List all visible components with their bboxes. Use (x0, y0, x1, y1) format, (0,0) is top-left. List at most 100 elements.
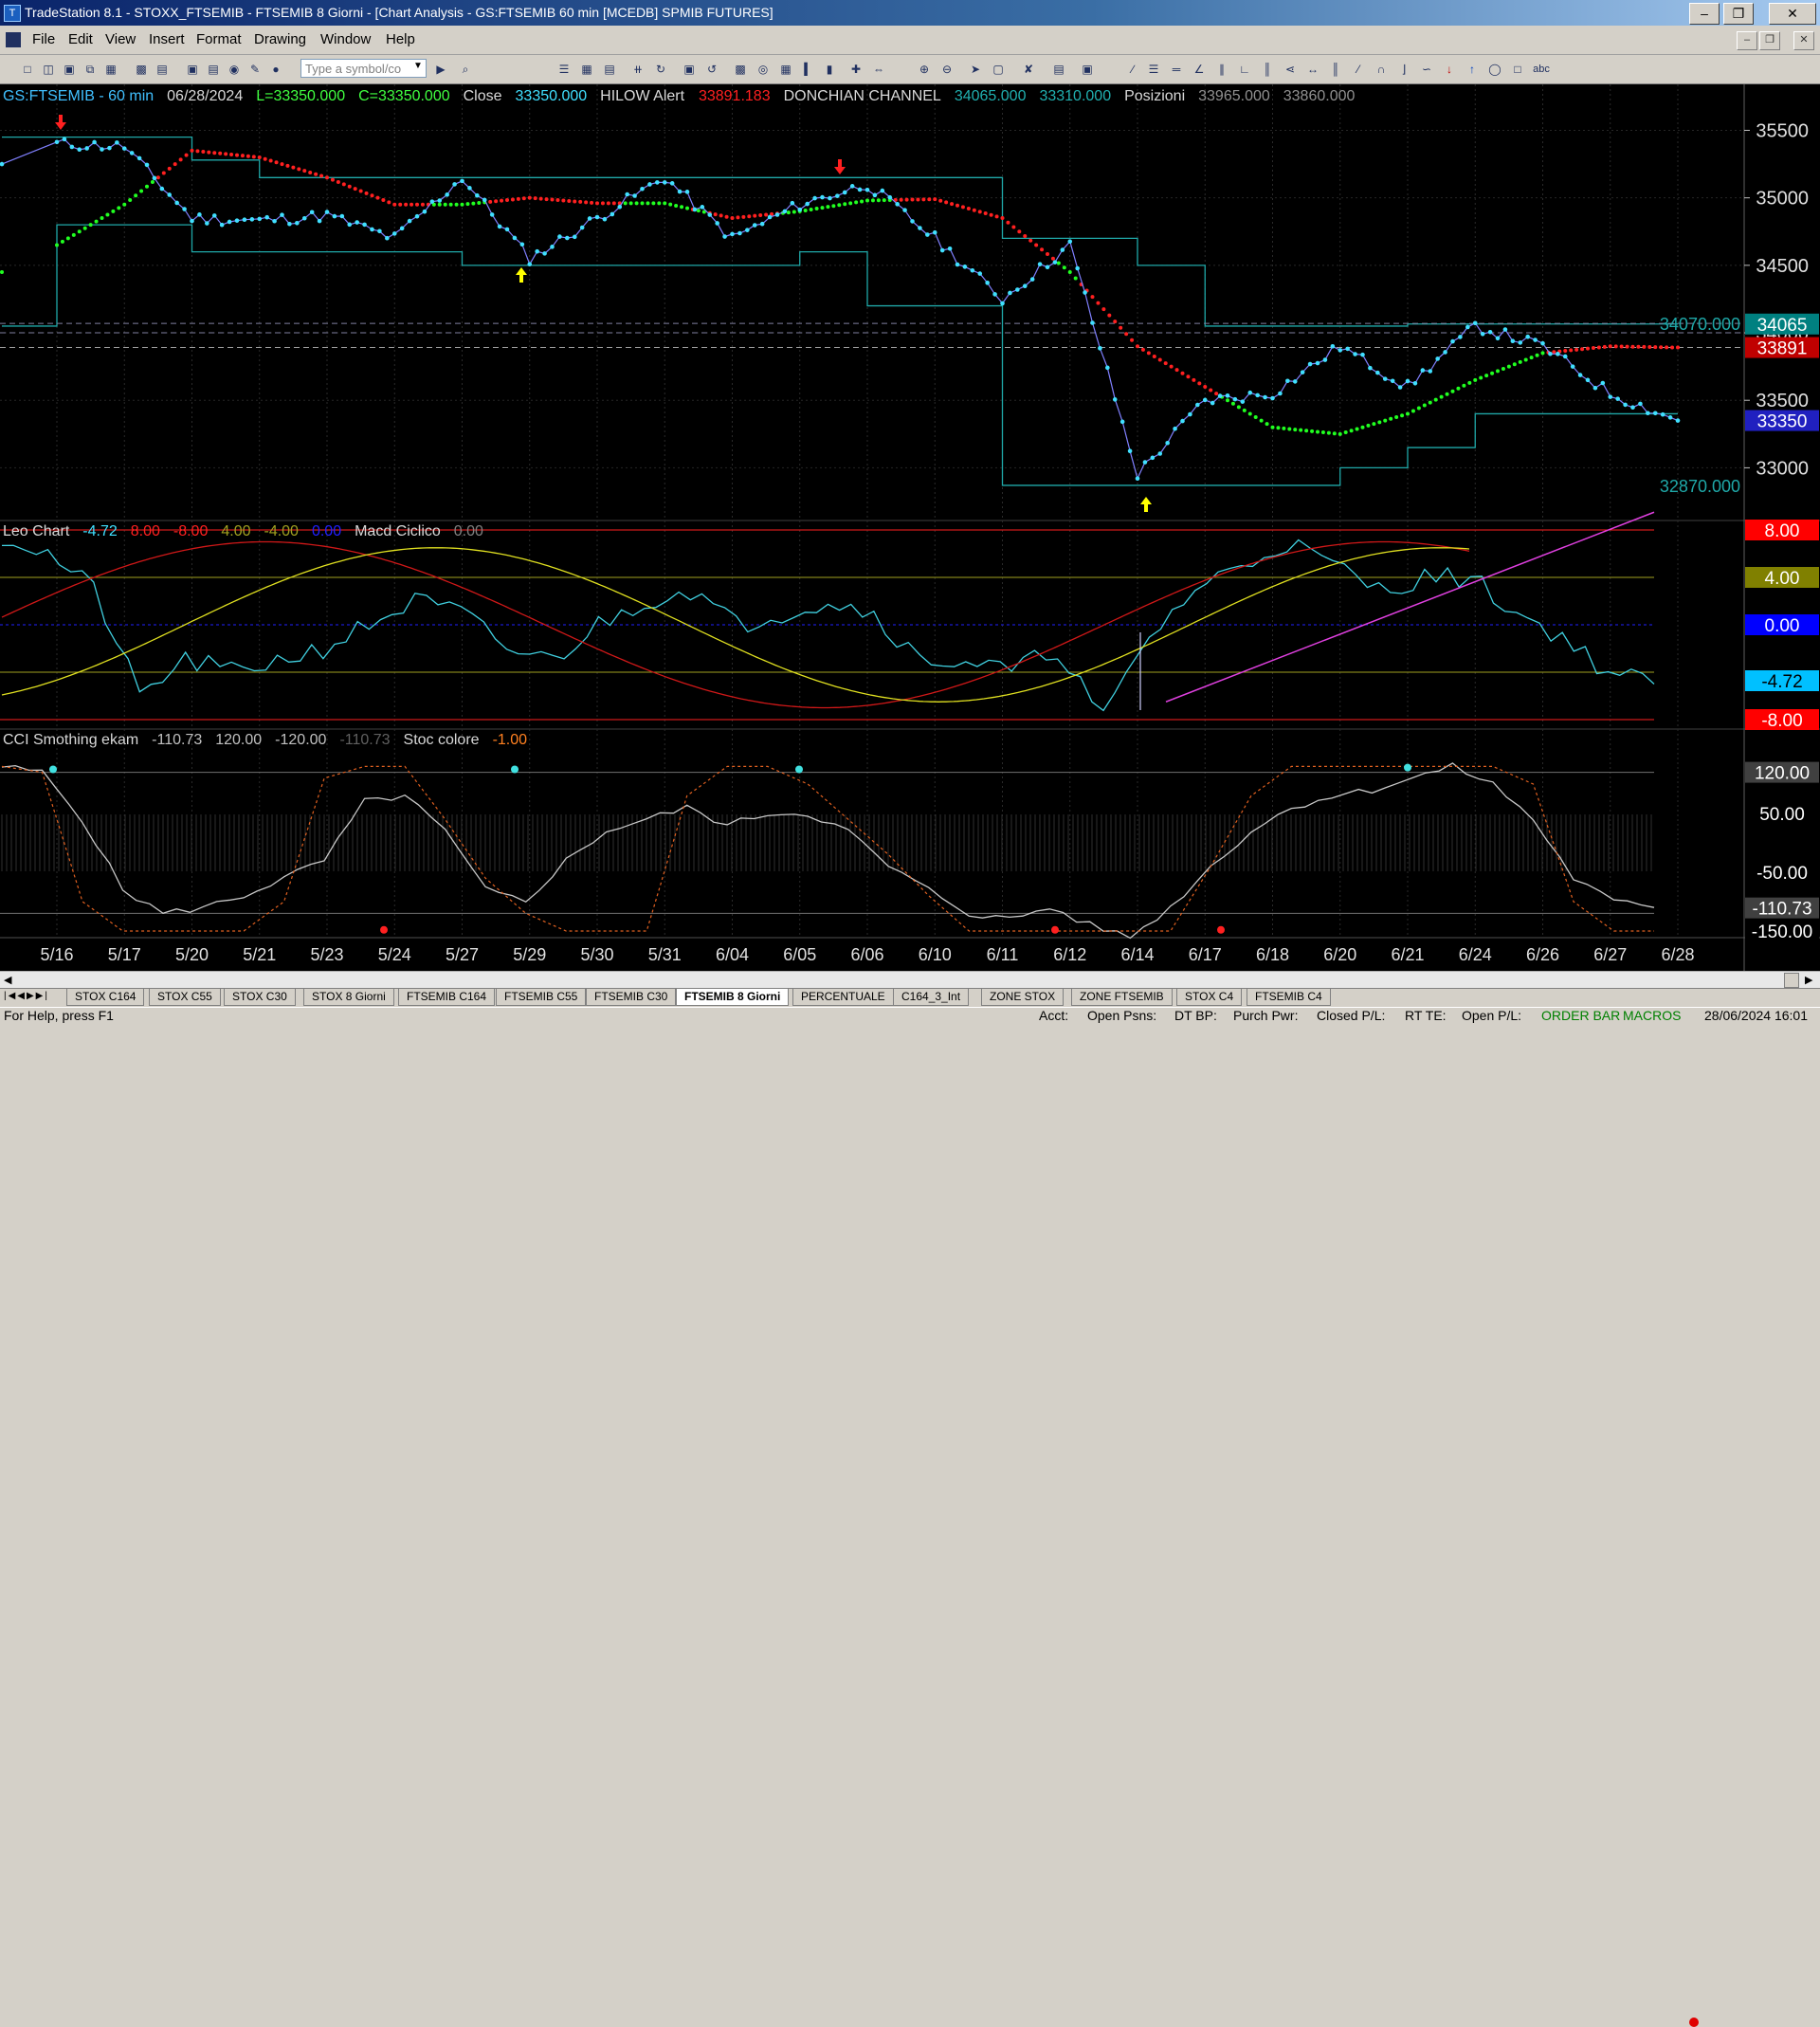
menu-file[interactable]: File (32, 31, 55, 47)
table-icon[interactable]: ▤ (601, 61, 618, 78)
globe-icon[interactable]: ● (267, 61, 284, 78)
go-icon[interactable]: ▶ (432, 61, 449, 78)
close-point (1592, 385, 1598, 391)
market-depth-icon[interactable]: ▦ (777, 61, 794, 78)
chart-svg[interactable]: 34070.000 32870.000 GS:FTSEMIB - 60 min 06… (0, 84, 1820, 971)
arrow-up-icon[interactable]: ↑ (1464, 61, 1481, 78)
fib-time-icon[interactable]: ║ (1259, 61, 1276, 78)
menu-help[interactable]: Help (386, 31, 415, 47)
mdi-minimize-button[interactable]: – (1737, 31, 1757, 50)
tile-icon[interactable]: ▤ (205, 61, 222, 78)
mdi-restore-button[interactable]: ❐ (1759, 31, 1780, 50)
bar-chart-icon[interactable]: ▍ (800, 61, 817, 78)
save-all-icon[interactable]: ▣ (61, 61, 78, 78)
window-icon[interactable]: ▣ (184, 61, 201, 78)
tools-icon[interactable]: ✘ (1020, 61, 1037, 78)
zoom-in-icon[interactable]: ⊕ (916, 61, 933, 78)
open-icon[interactable]: ◫ (40, 61, 57, 78)
tab-ftsemib-c164[interactable]: FTSEMIB C164 (398, 989, 496, 1006)
refresh-chart-icon[interactable]: ↺ (703, 61, 720, 78)
parallel-lines-icon[interactable]: ⁄ (1350, 61, 1367, 78)
restore-button[interactable]: ❐ (1723, 3, 1754, 25)
freehand-icon[interactable]: ∽ (1418, 61, 1435, 78)
speed-lines-icon[interactable]: ∟ (1236, 61, 1253, 78)
text-tool-icon[interactable]: abc (1530, 61, 1553, 78)
save-icon[interactable]: ▦ (102, 61, 119, 78)
scroll-right-icon[interactable]: ▶ (1805, 974, 1812, 986)
chart-style-icon[interactable]: ⧺ (629, 61, 646, 78)
hline-icon[interactable]: ═ (1168, 61, 1185, 78)
pitchfork-icon[interactable]: ⌋ (1395, 61, 1412, 78)
print-preview-icon[interactable]: ▤ (154, 61, 171, 78)
minimize-button[interactable]: – (1689, 3, 1720, 25)
close-button[interactable]: ✕ (1769, 3, 1816, 25)
tab-stox-c55[interactable]: STOX C55 (149, 989, 221, 1006)
new-icon[interactable]: □ (19, 61, 36, 78)
refresh-icon[interactable]: ↻ (652, 61, 669, 78)
select-icon[interactable]: ▢ (990, 61, 1007, 78)
tab-zone-ftsemib[interactable]: ZONE FTSEMIB (1071, 989, 1173, 1006)
candle-icon[interactable]: ▮ (821, 61, 838, 78)
andrews-icon[interactable]: ⋖ (1282, 61, 1299, 78)
pointer-icon[interactable]: ➤ (967, 61, 984, 78)
tab-ftsemib-c30[interactable]: FTSEMIB C30 (586, 989, 677, 1006)
crosshair-icon[interactable]: ✚ (847, 61, 864, 78)
mdi-close-button[interactable]: ✕ (1793, 31, 1814, 50)
format-icon[interactable]: ▤ (1050, 61, 1067, 78)
grid-icon[interactable]: ▦ (578, 61, 595, 78)
tab-ftsemib-c55[interactable]: FTSEMIB C55 (496, 989, 587, 1006)
scroll-left-icon[interactable]: ◀ (4, 974, 11, 986)
menu-view[interactable]: View (105, 31, 136, 47)
chart-area[interactable]: 34070.000 32870.000 GS:FTSEMIB - 60 min 06… (0, 84, 1820, 971)
gann-fan-icon[interactable]: ∠ (1191, 61, 1208, 78)
tab-c164-3-int[interactable]: C164_3_Int (893, 989, 970, 1006)
symbol-dropdown-icon[interactable]: ▼ (411, 61, 425, 76)
tab-ftsemib-8-giorni[interactable]: FTSEMIB 8 Giorni (676, 989, 790, 1006)
tab-stox-c164[interactable]: STOX C164 (66, 989, 145, 1006)
print-icon[interactable]: ▩ (133, 61, 150, 78)
menu-format[interactable]: Format (196, 31, 242, 47)
lock-icon[interactable]: ◉ (226, 61, 243, 78)
radar-icon[interactable]: ◎ (755, 61, 772, 78)
menu-edit[interactable]: Edit (68, 31, 93, 47)
tab-ftsemib-c4[interactable]: FTSEMIB C4 (1247, 989, 1331, 1006)
pen-icon[interactable]: ✎ (246, 61, 264, 78)
hilow-alert-dot (741, 214, 746, 219)
title-bar[interactable]: T TradeStation 8.1 - STOXX_FTSEMIB - FTS… (0, 0, 1820, 26)
scroll-thumb[interactable] (1784, 973, 1799, 988)
ellipse-icon[interactable]: ◯ (1486, 61, 1503, 78)
tab-stox-c4[interactable]: STOX C4 (1176, 989, 1243, 1006)
tab-nav-arrows-icon[interactable]: |◀◀▶▶| (4, 991, 49, 1001)
menu-drawing[interactable]: Drawing (254, 31, 306, 47)
tab-stox-c30[interactable]: STOX C30 (224, 989, 296, 1006)
arcs-icon[interactable]: ∩ (1373, 61, 1390, 78)
rectangle-icon[interactable]: □ (1509, 61, 1526, 78)
scanner-icon[interactable]: ▩ (732, 61, 749, 78)
menu-insert[interactable]: Insert (149, 31, 185, 47)
trendline-icon[interactable]: ∕ (1124, 61, 1141, 78)
arrow-lr-icon[interactable]: ↔ (1304, 61, 1321, 78)
chart-window-icon[interactable] (6, 32, 21, 47)
scroll-icon[interactable]: ⇔ (870, 61, 887, 78)
symbol-input[interactable]: Type a symbol/co (300, 59, 427, 78)
close-point (249, 217, 255, 222)
zoom-out-icon[interactable]: ⊖ (938, 61, 956, 78)
symbol-lookup-icon[interactable]: ⌕ (457, 61, 474, 78)
arrow-down-icon[interactable]: ↓ (1441, 61, 1458, 78)
horizontal-scrollbar[interactable]: ◀ ▶ (0, 971, 1820, 989)
app-icon[interactable]: T (4, 5, 21, 22)
hilow-alert-dot (1174, 368, 1179, 373)
window-chart-icon[interactable]: ▣ (681, 61, 698, 78)
menu-window[interactable]: Window (320, 31, 371, 47)
cycle-lines-icon[interactable]: ║ (1327, 61, 1344, 78)
properties-icon[interactable]: ▣ (1079, 61, 1096, 78)
fib-lines-icon[interactable]: ☰ (1145, 61, 1162, 78)
status-order-bar[interactable]: ORDER BAR (1541, 1008, 1620, 1023)
tab-zone-stox[interactable]: ZONE STOX (981, 989, 1065, 1006)
tab-percentuale[interactable]: PERCENTUALE (792, 989, 894, 1006)
copy-icon[interactable]: ⧉ (82, 61, 99, 78)
tab-stox-8-giorni[interactable]: STOX 8 Giorni (303, 989, 394, 1006)
channel-icon[interactable]: ∥ (1213, 61, 1230, 78)
status-macros[interactable]: MACROS (1623, 1008, 1681, 1023)
list-icon[interactable]: ☰ (555, 61, 573, 78)
